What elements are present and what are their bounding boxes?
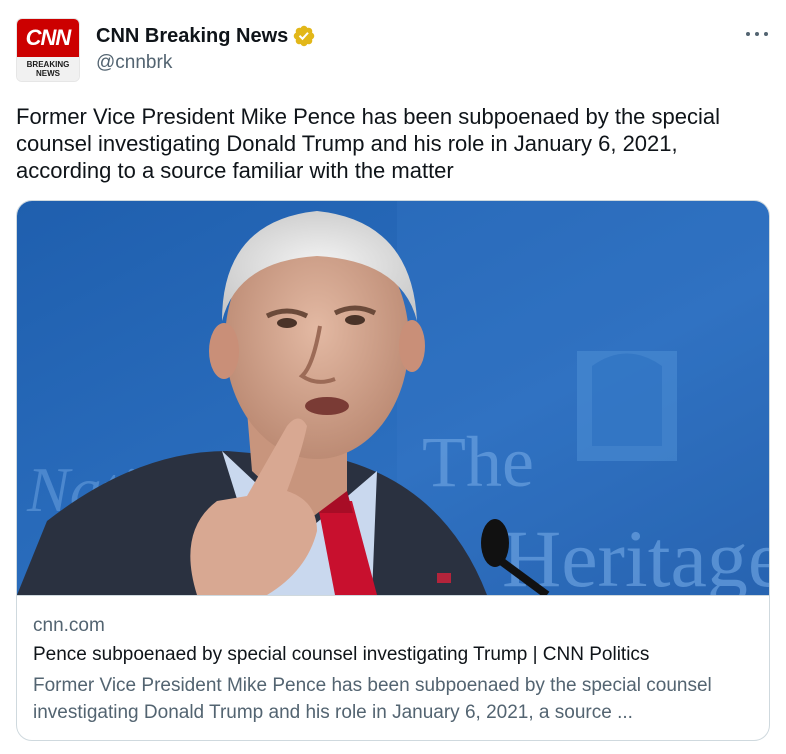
card-description: Former Vice President Mike Pence has bee… [33,675,712,723]
tweet: CNN BREAKING NEWS CNN Breaking News @cnn… [0,0,786,754]
author-name-row: CNN Breaking News [96,24,316,48]
verified-badge-icon [294,25,315,47]
avatar-subtitle-line1: BREAKING [26,60,70,70]
more-horizontal-icon[interactable] [746,28,768,40]
avatar[interactable]: CNN BREAKING NEWS [16,18,80,82]
card-image: The Heritage Nati [17,201,769,595]
cnn-logo: CNN [25,25,72,51]
backdrop-text-the: The [422,422,534,502]
backdrop-text-heritage: Heritage [502,513,769,595]
avatar-subtitle-line2: NEWS [36,69,60,79]
card-title: Pence subpoenaed by special counsel inve… [33,644,650,665]
avatar-logo-area: CNN [17,19,79,58]
avatar-subtitle-area: BREAKING NEWS [17,57,79,81]
author-handle[interactable]: @cnnbrk [96,52,172,74]
link-card[interactable]: The Heritage Nati cnn.com Pence subpoena… [16,200,770,741]
author-display-name[interactable]: CNN Breaking News [96,25,288,48]
card-divider [17,595,769,596]
tweet-text: Former Vice President Mike Pence has bee… [16,104,721,183]
card-domain: cnn.com [33,615,105,636]
